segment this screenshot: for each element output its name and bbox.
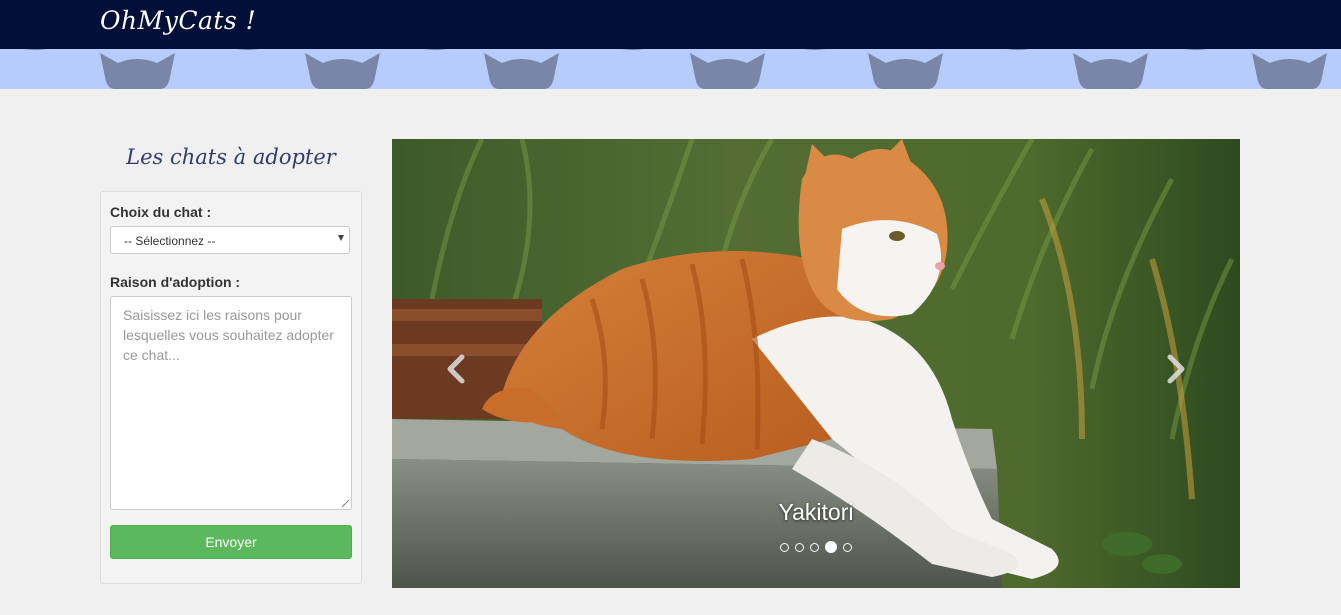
cat-head-icon bbox=[100, 53, 175, 89]
chevron-left-icon[interactable] bbox=[442, 349, 472, 389]
sidebar-title: Les chats à adopter bbox=[126, 145, 336, 169]
carousel-indicators bbox=[392, 541, 1240, 553]
cat-choice-label: Choix du chat : bbox=[110, 204, 212, 220]
cat-head-icon bbox=[23, 49, 47, 50]
cat-head-icon bbox=[1006, 49, 1030, 50]
cat-head-icon bbox=[236, 49, 260, 50]
cat-head-icon bbox=[423, 49, 447, 50]
reason-textarea[interactable]: Saisissez ici les raisons pour lesquelle… bbox=[110, 296, 352, 510]
carousel-indicator[interactable] bbox=[780, 542, 789, 552]
reason-label: Raison d'adoption : bbox=[110, 274, 241, 290]
carousel-indicator[interactable] bbox=[795, 542, 804, 552]
cat-head-icon bbox=[484, 53, 559, 89]
cat-carousel: Yakitori bbox=[392, 139, 1240, 588]
chevron-right-icon[interactable] bbox=[1160, 349, 1190, 389]
carousel-indicator[interactable] bbox=[810, 542, 819, 552]
cat-head-icon bbox=[1252, 53, 1327, 89]
dropdown-arrow-icon bbox=[338, 235, 344, 241]
cat-head-icon bbox=[621, 49, 645, 50]
cat-head-icon bbox=[803, 49, 827, 50]
carousel-indicator[interactable] bbox=[825, 541, 837, 553]
cat-head-icon bbox=[868, 53, 943, 89]
cat-head-icon bbox=[690, 53, 765, 89]
cat-select-value: -- Sélectionnez -- bbox=[124, 234, 216, 248]
carousel-indicator[interactable] bbox=[843, 542, 852, 552]
submit-button[interactable]: Envoyer bbox=[110, 525, 352, 559]
carousel-caption: Yakitori bbox=[778, 499, 854, 525]
brand-logo[interactable]: OhMyCats ! bbox=[100, 6, 256, 35]
cat-head-icon bbox=[1184, 49, 1208, 50]
cat-head-icon bbox=[305, 53, 380, 89]
resize-grip-icon[interactable] bbox=[342, 500, 349, 507]
adoption-form: Choix du chat : -- Sélectionnez -- Raiso… bbox=[100, 191, 362, 584]
cat-select[interactable]: -- Sélectionnez -- bbox=[110, 226, 350, 254]
cat-head-icon bbox=[1073, 53, 1148, 89]
reason-placeholder: Saisissez ici les raisons pour lesquelle… bbox=[123, 307, 334, 363]
navbar: OhMyCats ! bbox=[0, 0, 1341, 49]
cat-pattern-banner bbox=[0, 49, 1341, 89]
